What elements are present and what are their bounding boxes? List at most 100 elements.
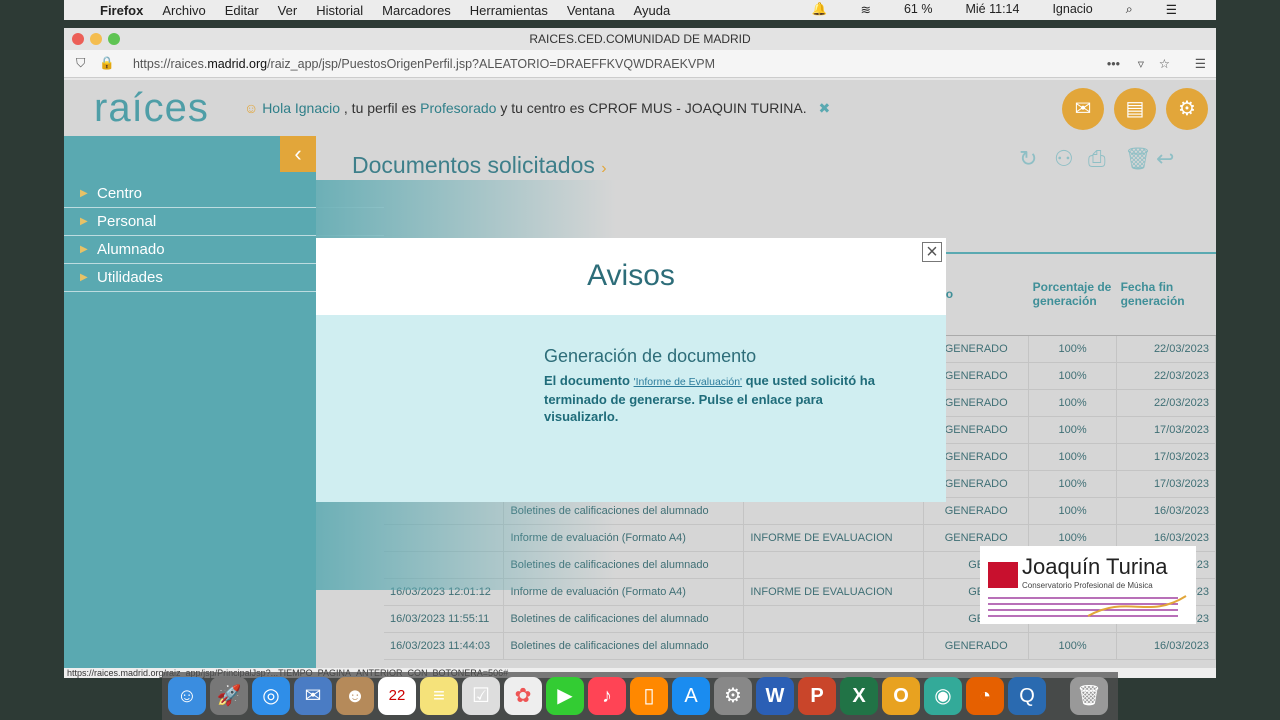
photos-icon[interactable]: ✿	[504, 677, 542, 715]
greet-text: , tu perfil es	[340, 100, 421, 116]
menu-ver[interactable]: Ver	[278, 3, 298, 18]
menu-editar[interactable]: Editar	[225, 3, 259, 18]
url-path: /raiz_app/jsp/PuestosOrigenPerfil.jsp?AL…	[267, 56, 716, 71]
zoom-window-button[interactable]	[108, 33, 120, 45]
menu-herramientas[interactable]: Herramientas	[470, 3, 548, 18]
outlook-icon[interactable]: O	[882, 677, 920, 715]
macos-menubar: Firefox Archivo Editar Ver Historial Mar…	[64, 0, 1216, 20]
documents-icon[interactable]: ▤	[1114, 88, 1156, 130]
table-cell: 100%	[1028, 416, 1118, 444]
trash-dock-icon[interactable]: 🗑	[1070, 677, 1108, 715]
mail-app-icon[interactable]: ✉	[294, 677, 332, 715]
notice-text-pre: El documento	[544, 373, 634, 388]
calendar-icon[interactable]: 22	[378, 677, 416, 715]
table-cell: 17/03/2023	[1116, 470, 1216, 498]
menu-marcadores[interactable]: Marcadores	[382, 3, 451, 18]
menu-app[interactable]: Firefox	[100, 3, 143, 18]
sidebar-item-personal[interactable]: ▶ Personal	[64, 208, 384, 236]
sidebar: ‹ ▶ Centro ▶ Personal ▶ Alumnado ▶ Utilidade…	[64, 136, 384, 668]
contacts-icon[interactable]: ☻	[336, 677, 374, 715]
table-row[interactable]: 16/03/2023 11:44:03 Boletines de califica…	[384, 632, 1216, 660]
menu-ayuda[interactable]: Ayuda	[634, 3, 671, 18]
powerpoint-icon[interactable]: P	[798, 677, 836, 715]
profile-link[interactable]: Profesorado	[420, 100, 496, 116]
table-cell: 100%	[1028, 632, 1118, 660]
shield-icon[interactable]: ⛉	[76, 56, 85, 71]
settings-icon[interactable]: ⚙	[1166, 88, 1208, 130]
minimize-window-button[interactable]	[90, 33, 102, 45]
firefox-icon[interactable]: ◔	[966, 677, 1004, 715]
table-cell	[384, 524, 505, 552]
table-cell: 100%	[1028, 497, 1118, 525]
table-cell: INFORME DE EVALUACION	[743, 524, 925, 552]
table-cell: 16/03/2023 11:55:11	[384, 605, 505, 633]
table-cell	[384, 551, 505, 579]
table-cell: Boletines de calificaciones del alumnado	[503, 551, 745, 579]
wifi-icon[interactable]: ≋	[861, 2, 871, 17]
print-icon[interactable]: ⎙	[1088, 146, 1106, 172]
table-cell: 16/03/2023 12:01:12	[384, 578, 505, 606]
hamburger-menu-icon[interactable]: ☰	[1195, 56, 1206, 71]
table-cell: 100%	[1028, 335, 1118, 363]
search-icon[interactable]: ⌕	[1126, 2, 1133, 17]
safari-icon[interactable]: ◎	[252, 677, 290, 715]
excel-icon[interactable]: X	[840, 677, 878, 715]
refresh-icon[interactable]: ↻	[1019, 146, 1037, 172]
word-icon[interactable]: W	[756, 677, 794, 715]
clock[interactable]: Mié 11:14	[965, 2, 1019, 17]
notification-icon[interactable]: 🔔	[812, 2, 828, 17]
menu-ventana[interactable]: Ventana	[567, 3, 615, 18]
close-icon[interactable]: ×	[922, 242, 942, 262]
table-cell	[743, 605, 925, 633]
list-icon[interactable]: ☰	[1166, 2, 1177, 17]
more-icon[interactable]: •••	[1107, 57, 1120, 71]
back-icon[interactable]: ↩	[1156, 146, 1174, 172]
trash-icon[interactable]: 🗑	[1124, 146, 1152, 172]
table-cell: 100%	[1028, 443, 1118, 471]
table-cell: 100%	[1028, 470, 1118, 498]
bookmark-star-icon[interactable]: ☆	[1159, 56, 1170, 71]
music-icon[interactable]: ♪	[588, 677, 626, 715]
collapse-sidebar-button[interactable]: ‹	[280, 136, 316, 172]
books-icon[interactable]: ▯	[630, 677, 668, 715]
table-cell: Boletines de calificaciones del alumnado	[503, 632, 745, 660]
staff-lines-logo	[988, 595, 1187, 617]
url-bar[interactable]: ⛉ 🔒 https://raices. madrid.org/raiz_app/j…	[64, 50, 1216, 78]
close-window-button[interactable]	[72, 33, 84, 45]
pocket-icon[interactable]: ▿	[1138, 56, 1144, 71]
user-icon: ☺	[244, 100, 259, 116]
notes-icon[interactable]: ≡	[420, 677, 458, 715]
page-content: raíces ☺ Hola Ignacio , tu perfil es Pro…	[64, 80, 1216, 668]
table-cell: 22/03/2023	[1116, 362, 1216, 390]
watermark-name: Joaquín Turina	[1022, 554, 1168, 579]
table-cell: 16/03/2023 11:44:03	[384, 632, 505, 660]
table-cell: 17/03/2023	[1116, 443, 1216, 471]
menu-historial[interactable]: Historial	[316, 3, 363, 18]
launchpad-icon[interactable]: 🚀	[210, 677, 248, 715]
table-cell: 100%	[1028, 362, 1118, 390]
table-cell: 22/03/2023	[1116, 389, 1216, 417]
url-prefix: https://raices.	[132, 56, 208, 71]
facetime-icon[interactable]: ▶	[546, 677, 584, 715]
network-icon[interactable]: ◉	[924, 677, 962, 715]
finder-icon[interactable]: ☺	[168, 677, 206, 715]
quicktime-icon[interactable]: Q	[1008, 677, 1046, 715]
window-title: RAICES.CED.COMUNIDAD DE MADRID	[529, 32, 751, 46]
raices-logo[interactable]: raíces	[94, 86, 209, 131]
menu-archivo[interactable]: Archivo	[162, 3, 205, 18]
notice-text: El documento 'Informe de Evaluación' que…	[544, 372, 884, 425]
users-icon[interactable]: ⚇	[1054, 146, 1074, 172]
browser-window: RAICES.CED.COMUNIDAD DE MADRID ⛉ 🔒 https…	[64, 28, 1216, 678]
system-preferences-icon[interactable]: ⚙	[714, 677, 752, 715]
user-menu[interactable]: Ignacio	[1052, 2, 1092, 17]
battery-level[interactable]: 61 %	[904, 2, 933, 17]
table-cell	[743, 551, 925, 579]
sidebar-item-centro[interactable]: ▶ Centro	[64, 180, 384, 208]
lock-icon[interactable]: 🔒	[99, 56, 115, 71]
mail-icon[interactable]: ✉	[1062, 88, 1104, 130]
chevron-right-icon: ›	[601, 160, 607, 177]
close-profile-icon[interactable]: ✖	[818, 100, 830, 116]
reminders-icon[interactable]: ☑	[462, 677, 500, 715]
app-store-icon[interactable]: A	[672, 677, 710, 715]
document-link[interactable]: 'Informe de Evaluación'	[634, 376, 743, 388]
